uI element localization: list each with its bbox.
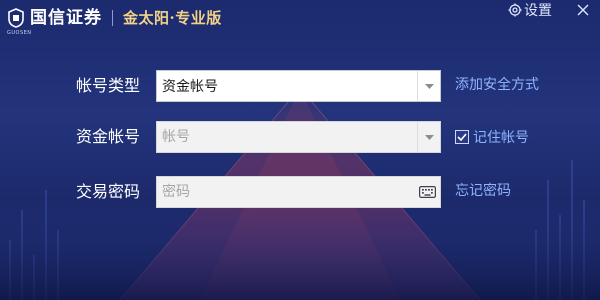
account-type-label: 帐号类型 (76, 76, 141, 95)
close-icon (577, 4, 589, 16)
account-type-dropdown-button[interactable] (417, 71, 440, 101)
close-button[interactable] (572, 0, 594, 20)
settings-button[interactable]: 设置 (508, 0, 552, 20)
title-bar: GUOSEN 国信证券 金太阳·专业版 设置 (0, 0, 600, 36)
brand-name: 国信证券 (30, 8, 102, 28)
product-name: 金太阳·专业版 (123, 9, 222, 27)
checkmark-icon (457, 133, 467, 141)
password-field[interactable] (156, 176, 441, 208)
fund-account-input[interactable] (157, 122, 417, 152)
settings-label: 设置 (524, 3, 552, 19)
password-label: 交易密码 (76, 182, 141, 201)
forgot-password-link[interactable]: 忘记密码 (455, 176, 511, 208)
soft-keyboard-button[interactable] (414, 177, 440, 207)
account-type-select[interactable]: 资金帐号 (156, 70, 441, 102)
account-type-row: 帐号类型 资金帐号 添加安全方式 (0, 70, 600, 102)
chevron-down-icon (424, 134, 434, 140)
fund-account-label: 资金帐号 (76, 127, 141, 146)
title-divider (112, 10, 113, 26)
account-type-value: 资金帐号 (162, 79, 218, 95)
guosen-logo-icon: GUOSEN (6, 8, 31, 36)
fund-account-field[interactable] (156, 121, 441, 153)
login-window: GUOSEN 国信证券 金太阳·专业版 设置 帐号类型 资金帐号 添加安全方式 … (0, 0, 600, 300)
fund-account-dropdown-button[interactable] (417, 122, 440, 152)
remember-account-label: 记住帐号 (473, 130, 529, 146)
brand-english-name: GUOSEN (7, 30, 32, 36)
add-security-method-link[interactable]: 添加安全方式 (455, 70, 539, 102)
gear-icon (508, 3, 522, 17)
remember-account-toggle[interactable]: 记住帐号 (455, 121, 529, 153)
password-input[interactable] (157, 177, 414, 207)
remember-account-checkbox[interactable] (455, 130, 469, 144)
password-row: 交易密码 忘记密码 (0, 176, 600, 208)
keyboard-icon (418, 186, 436, 198)
fund-account-row: 资金帐号 记住帐号 (0, 121, 600, 153)
brand: GUOSEN 国信证券 金太阳·专业版 (6, 5, 222, 36)
chevron-down-icon (424, 83, 434, 89)
